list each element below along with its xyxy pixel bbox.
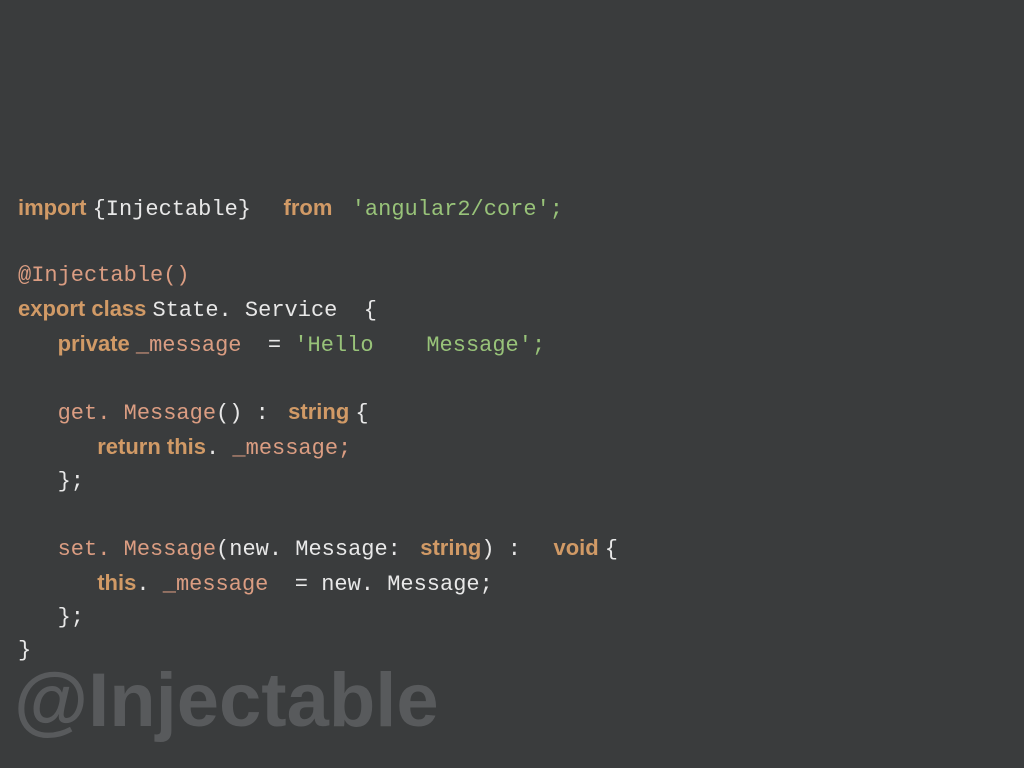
type-string: string xyxy=(414,535,481,560)
method-name: set. Message xyxy=(58,537,216,562)
field-ref: _message xyxy=(163,572,282,597)
type-string: string xyxy=(282,399,355,424)
indent xyxy=(18,537,58,562)
punct: ) : xyxy=(481,537,547,562)
identifier: {Injectable} xyxy=(93,197,278,222)
keyword-export-class: export class xyxy=(18,296,153,321)
keyword-return-this: return this xyxy=(97,434,206,459)
value: new. Message; xyxy=(321,572,506,597)
slide-title: @Injectable xyxy=(14,657,439,744)
code-block: import {Injectable} from 'angular2/core'… xyxy=(18,158,618,667)
punct: () : xyxy=(216,401,282,426)
string-literal: 'angular2/core'; xyxy=(339,197,563,222)
class-name: State. Service xyxy=(153,298,351,323)
indent xyxy=(18,333,58,358)
decorator: @Injectable() xyxy=(18,263,190,288)
punct: ( xyxy=(216,537,229,562)
keyword-from: from xyxy=(277,195,338,220)
brace: }; xyxy=(58,605,84,630)
keyword-import: import xyxy=(18,195,93,220)
method-name: get. Message xyxy=(58,401,216,426)
brace: { xyxy=(351,298,377,323)
operator: = xyxy=(255,333,295,358)
string-literal: 'Hello xyxy=(294,333,413,358)
operator: = xyxy=(282,572,322,597)
indent xyxy=(18,401,58,426)
field-ref: _message; xyxy=(232,436,364,461)
type-void: void xyxy=(547,535,604,560)
string-literal: Message'; xyxy=(413,333,545,358)
keyword-private: private xyxy=(58,331,136,356)
indent xyxy=(18,469,58,494)
brace: { xyxy=(355,401,368,426)
indent xyxy=(18,605,58,630)
punct: . xyxy=(206,436,232,461)
brace: }; xyxy=(58,469,84,494)
param-name: new. Message: xyxy=(229,537,414,562)
brace: { xyxy=(605,537,618,562)
indent xyxy=(18,572,97,597)
punct: . xyxy=(136,572,162,597)
indent xyxy=(18,436,97,461)
keyword-this: this xyxy=(97,570,136,595)
field-name: _message xyxy=(136,333,255,358)
